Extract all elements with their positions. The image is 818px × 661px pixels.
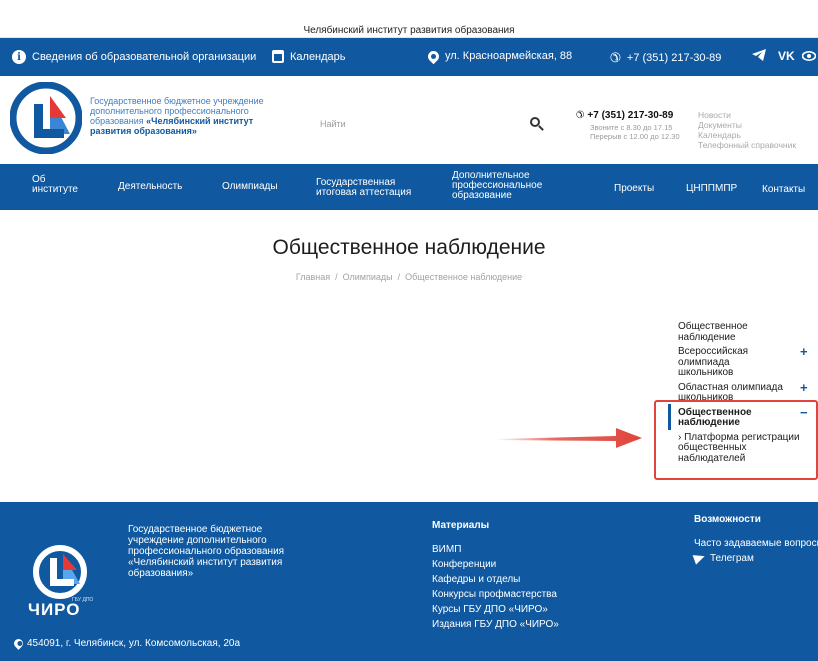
nav-cnppmpr[interactable]: ЦНППМПР [686,184,737,194]
quick-links: Новости Документы Календарь Телефонный с… [698,110,796,150]
side-item-public-observation[interactable]: Общественное наблюдение [678,321,802,343]
site-footer: ГБУ ДПО ЧИРО Государственное бюджетное у… [0,502,818,661]
telegram-icon [692,551,707,565]
side-item-public-observation-active[interactable]: Общественное наблюдение − [678,406,808,429]
phone-icon: ✆ [610,50,621,65]
work-hours: Звоните с 8.30 до 17.15 Перерыв с 12.00 … [590,123,680,141]
footer-link-courses[interactable]: Курсы ГБУ ДПО «ЧИРО» [432,602,559,617]
location-pin-icon [425,48,442,64]
nav-projects[interactable]: Проекты [614,184,654,194]
footer-features-title: Возможности [694,514,761,525]
footer-link-publications[interactable]: Издания ГБУ ДПО «ЧИРО» [432,617,559,632]
search-button[interactable] [528,115,546,133]
footer-address[interactable]: 454091, г. Челябинск, ул. Комсомольская,… [12,637,240,650]
search-box [306,112,546,136]
footer-brand: ЧИРО [28,600,81,619]
side-item-vsosh[interactable]: Всероссийская олимпиада школьников + [678,345,808,379]
footer-link-conferences[interactable]: Конференции [432,557,559,572]
phone-link[interactable]: ✆ +7 (351) 217-30-89 [610,50,721,66]
quick-link-calendar[interactable]: Календарь [698,130,796,140]
breadcrumb-olympiads[interactable]: Олимпиады [343,272,393,282]
nav-activity[interactable]: Деятельность [118,182,182,192]
breadcrumb-current: Общественное наблюдение [405,272,523,282]
location-pin-icon [12,637,25,650]
footer-link-departments[interactable]: Кафедры и отделы [432,572,559,587]
collapse-minus-icon[interactable]: − [800,406,808,419]
contact-block: ✆ +7 (351) 217-30-89 Звоните с 8.30 до 17… [576,110,686,141]
footer-link-contests[interactable]: Конкурсы профмастерства [432,587,559,602]
nav-contacts[interactable]: Контакты [762,185,805,195]
footer-materials-list: ВИМП Конференции Кафедры и отделы Конкур… [432,542,559,632]
org-info-link[interactable]: i Сведения об образовательной организаци… [12,50,256,64]
footer-materials-title: Материалы [432,520,490,531]
footer-org-name: Государственное бюджетное учреждение доп… [128,524,285,579]
footer-link-telegram[interactable]: Телеграм [692,551,818,566]
main-nav: Об институте Деятельность Олимпиады Госу… [0,164,818,210]
page-title: Общественное наблюдение [272,236,546,259]
nav-about[interactable]: Об институте [32,175,78,195]
header-phone[interactable]: ✆ +7 (351) 217-30-89 [576,110,686,121]
red-arrow-annotation [496,428,642,448]
quick-link-phonebook[interactable]: Телефонный справочник [698,140,796,150]
eye-icon[interactable] [801,50,817,64]
search-input[interactable] [306,112,516,136]
side-subitem-registration-platform[interactable]: › Платформа регистрации общественных наб… [678,432,802,465]
quick-link-news[interactable]: Новости [698,110,796,120]
org-name[interactable]: Государственное бюджетное учреждение доп… [90,96,280,136]
info-bar: i Сведения об образовательной организаци… [0,38,818,76]
calendar-link[interactable]: Календарь [272,50,346,63]
breadcrumb: Главная / Олимпиады / Общественное наблюдени… [295,272,523,282]
footer-link-faq[interactable]: Часто задаваемые вопросы [694,536,818,551]
telegram-icon[interactable] [752,49,766,64]
side-item-regional-olympiad[interactable]: Областная олимпиада школьников + [678,381,808,404]
site-title: Челябинский институт развития образовани… [303,25,515,36]
footer-link-vimp[interactable]: ВИМП [432,542,559,557]
expand-plus-icon[interactable]: + [800,381,808,394]
nav-dpo[interactable]: Дополнительное профессиональное образова… [452,171,542,201]
vk-icon[interactable]: VK [778,49,795,63]
phone-icon: ✆ [576,110,585,121]
nav-olympiads[interactable]: Олимпиады [222,182,278,192]
side-menu: Общественное наблюдение Всероссийская ол… [678,321,818,465]
calendar-icon [272,50,284,63]
nav-gia[interactable]: Государственная итоговая аттестация [316,178,411,198]
expand-plus-icon[interactable]: + [800,345,808,358]
quick-link-documents[interactable]: Документы [698,120,796,130]
chiro-logo[interactable] [10,82,82,154]
active-indicator [668,404,671,430]
breadcrumb-home[interactable]: Главная [296,272,330,282]
info-icon: i [12,50,26,64]
site-title-strip: Челябинский институт развития образовани… [0,0,818,38]
site-header: Государственное бюджетное учреждение доп… [0,76,818,164]
footer-features-list: Часто задаваемые вопросы Телеграм [692,536,818,566]
address-link[interactable]: ул. Красноармейская, 88 [425,48,572,64]
